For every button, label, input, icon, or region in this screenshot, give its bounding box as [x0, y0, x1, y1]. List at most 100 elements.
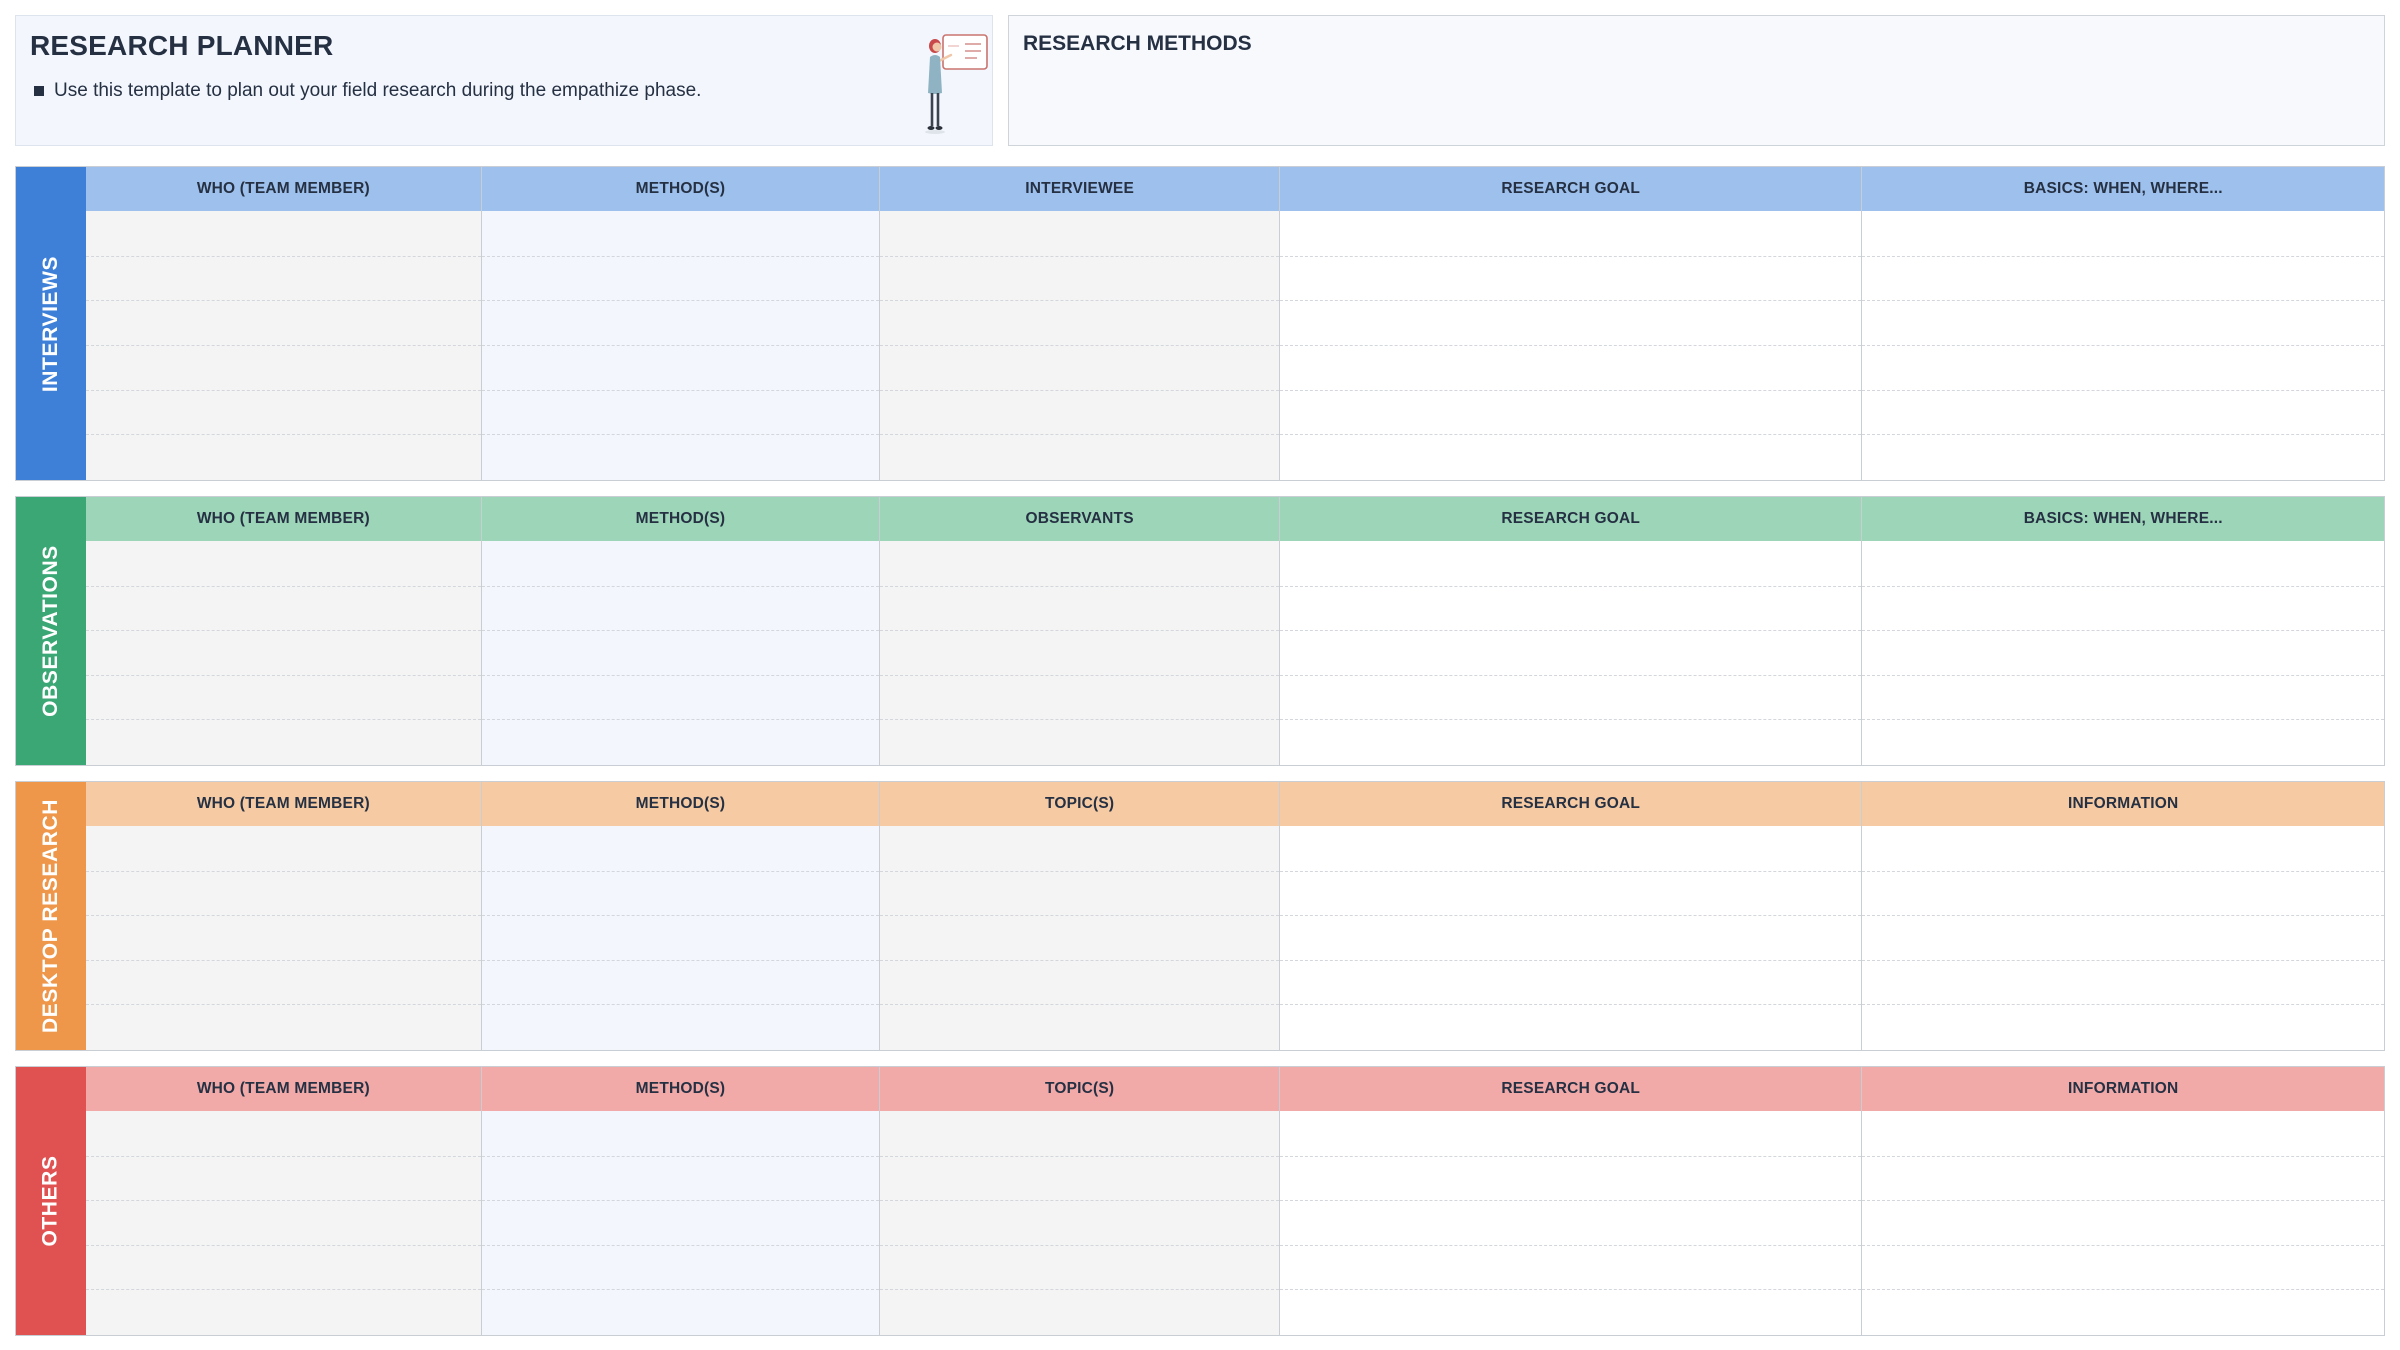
row-divider — [481, 630, 880, 632]
section-label-text: DESKTOP RESEARCH — [39, 798, 63, 1034]
row-divider — [1862, 434, 2384, 436]
column-research-goal: RESEARCH GOAL — [1278, 497, 1862, 765]
row-divider — [880, 630, 1279, 632]
column-cells[interactable] — [1279, 1111, 1862, 1335]
column-cells[interactable] — [86, 541, 481, 765]
section-label-text: OBSERVATIONS — [39, 545, 63, 717]
row-divider — [1862, 345, 2384, 346]
column-header: RESEARCH GOAL — [1279, 167, 1862, 211]
section-table-observations: WHO (TEAM MEMBER) METHOD(S) OBSERVANTS RESE… — [86, 497, 2384, 765]
column-header: METHOD(S) — [481, 1067, 880, 1111]
research-methods-title: RESEARCH METHODS — [1023, 32, 1252, 55]
row-divider — [1279, 255, 1862, 257]
bullet-square-icon — [34, 86, 44, 96]
column-methods: METHOD(S) — [480, 782, 880, 1050]
research-methods-panel[interactable]: RESEARCH METHODS — [1008, 15, 2385, 146]
row-divider — [86, 719, 481, 721]
column-cells[interactable] — [1862, 211, 2384, 480]
column-who-team-member: WHO (TEAM MEMBER) — [86, 782, 481, 1050]
column-cells[interactable] — [880, 1111, 1279, 1335]
column-who-team-member: WHO (TEAM MEMBER) — [86, 167, 481, 480]
section-label-text: OTHERS — [39, 1155, 63, 1247]
column-methods: METHOD(S) — [480, 167, 880, 480]
row-divider — [86, 915, 481, 917]
row-divider — [481, 870, 880, 872]
page-title: RESEARCH PLANNER — [30, 30, 334, 61]
section-interviews: INTERVIEWS WHO (TEAM MEMBER) METHOD(S) INTE… — [15, 166, 2385, 481]
column-cells[interactable] — [1862, 1111, 2384, 1335]
row-divider — [86, 345, 481, 346]
row-divider — [1279, 1289, 1862, 1291]
row-divider — [1862, 1004, 2384, 1006]
column-cells[interactable] — [86, 211, 481, 480]
section-table-others: WHO (TEAM MEMBER) METHOD(S) TOPIC(S) RESEAR… — [86, 1067, 2384, 1335]
row-divider — [1279, 585, 1862, 587]
column-header: INFORMATION — [1862, 1067, 2384, 1111]
row-divider — [86, 255, 481, 257]
row-divider — [880, 255, 1279, 257]
row-divider — [481, 434, 880, 436]
section-table-desktop-research: WHO (TEAM MEMBER) METHOD(S) TOPIC(S) RESEAR… — [86, 782, 2384, 1050]
row-divider — [86, 959, 481, 961]
person-presenting-whiteboard-icon — [925, 34, 988, 134]
column-research-goal: RESEARCH GOAL — [1278, 1067, 1862, 1335]
column-basics-information: BASICS: WHEN, WHERE... — [1861, 497, 2384, 765]
row-divider — [1862, 1289, 2384, 1291]
column-who-team-member: WHO (TEAM MEMBER) — [86, 497, 481, 765]
row-divider — [880, 915, 1279, 917]
row-divider — [1862, 630, 2384, 632]
row-divider — [86, 1004, 481, 1006]
row-divider — [481, 389, 880, 391]
column-cells[interactable] — [86, 826, 481, 1050]
column-cells[interactable] — [481, 541, 880, 765]
row-divider — [880, 719, 1279, 721]
row-divider — [86, 1200, 481, 1202]
column-header: WHO (TEAM MEMBER) — [86, 782, 481, 826]
column-cells[interactable] — [880, 541, 1279, 765]
row-divider — [481, 719, 880, 721]
column-cells[interactable] — [1862, 541, 2384, 765]
column-cells[interactable] — [1279, 826, 1862, 1050]
column-third: INTERVIEWEE — [879, 167, 1279, 480]
row-divider — [1279, 959, 1862, 961]
column-methods: METHOD(S) — [480, 1067, 880, 1335]
row-divider — [1279, 434, 1862, 436]
row-divider — [1279, 915, 1862, 917]
row-divider — [481, 345, 880, 346]
row-divider — [1279, 1155, 1862, 1157]
row-divider — [481, 1200, 880, 1202]
column-cells[interactable] — [880, 826, 1279, 1050]
row-divider — [1862, 1155, 2384, 1157]
column-cells[interactable] — [481, 211, 880, 480]
row-divider — [1862, 674, 2384, 676]
header-description[interactable]: Use this template to plan out your field… — [54, 80, 701, 102]
column-header: OBSERVANTS — [880, 497, 1279, 541]
row-divider — [880, 389, 1279, 391]
row-divider — [86, 870, 481, 872]
column-third: TOPIC(S) — [879, 782, 1279, 1050]
column-header: WHO (TEAM MEMBER) — [86, 167, 481, 211]
column-cells[interactable] — [880, 211, 1279, 480]
section-label-desktop-research: DESKTOP RESEARCH — [16, 782, 86, 1050]
column-header: METHOD(S) — [481, 167, 880, 211]
row-divider — [1279, 630, 1862, 632]
row-divider — [481, 915, 880, 917]
column-cells[interactable] — [86, 1111, 481, 1335]
row-divider — [86, 674, 481, 676]
column-cells[interactable] — [1279, 211, 1862, 480]
row-divider — [880, 1004, 1279, 1006]
row-divider — [481, 674, 880, 676]
column-research-goal: RESEARCH GOAL — [1278, 167, 1862, 480]
row-divider — [481, 1244, 880, 1246]
section-label-interviews: INTERVIEWS — [16, 167, 86, 480]
column-cells[interactable] — [481, 826, 880, 1050]
row-divider — [1279, 300, 1862, 302]
row-divider — [1862, 389, 2384, 391]
row-divider — [1279, 870, 1862, 872]
row-divider — [880, 1289, 1279, 1291]
column-cells[interactable] — [1279, 541, 1862, 765]
row-divider — [1279, 1244, 1862, 1246]
column-cells[interactable] — [481, 1111, 880, 1335]
column-cells[interactable] — [1862, 826, 2384, 1050]
section-label-others: OTHERS — [16, 1067, 86, 1335]
